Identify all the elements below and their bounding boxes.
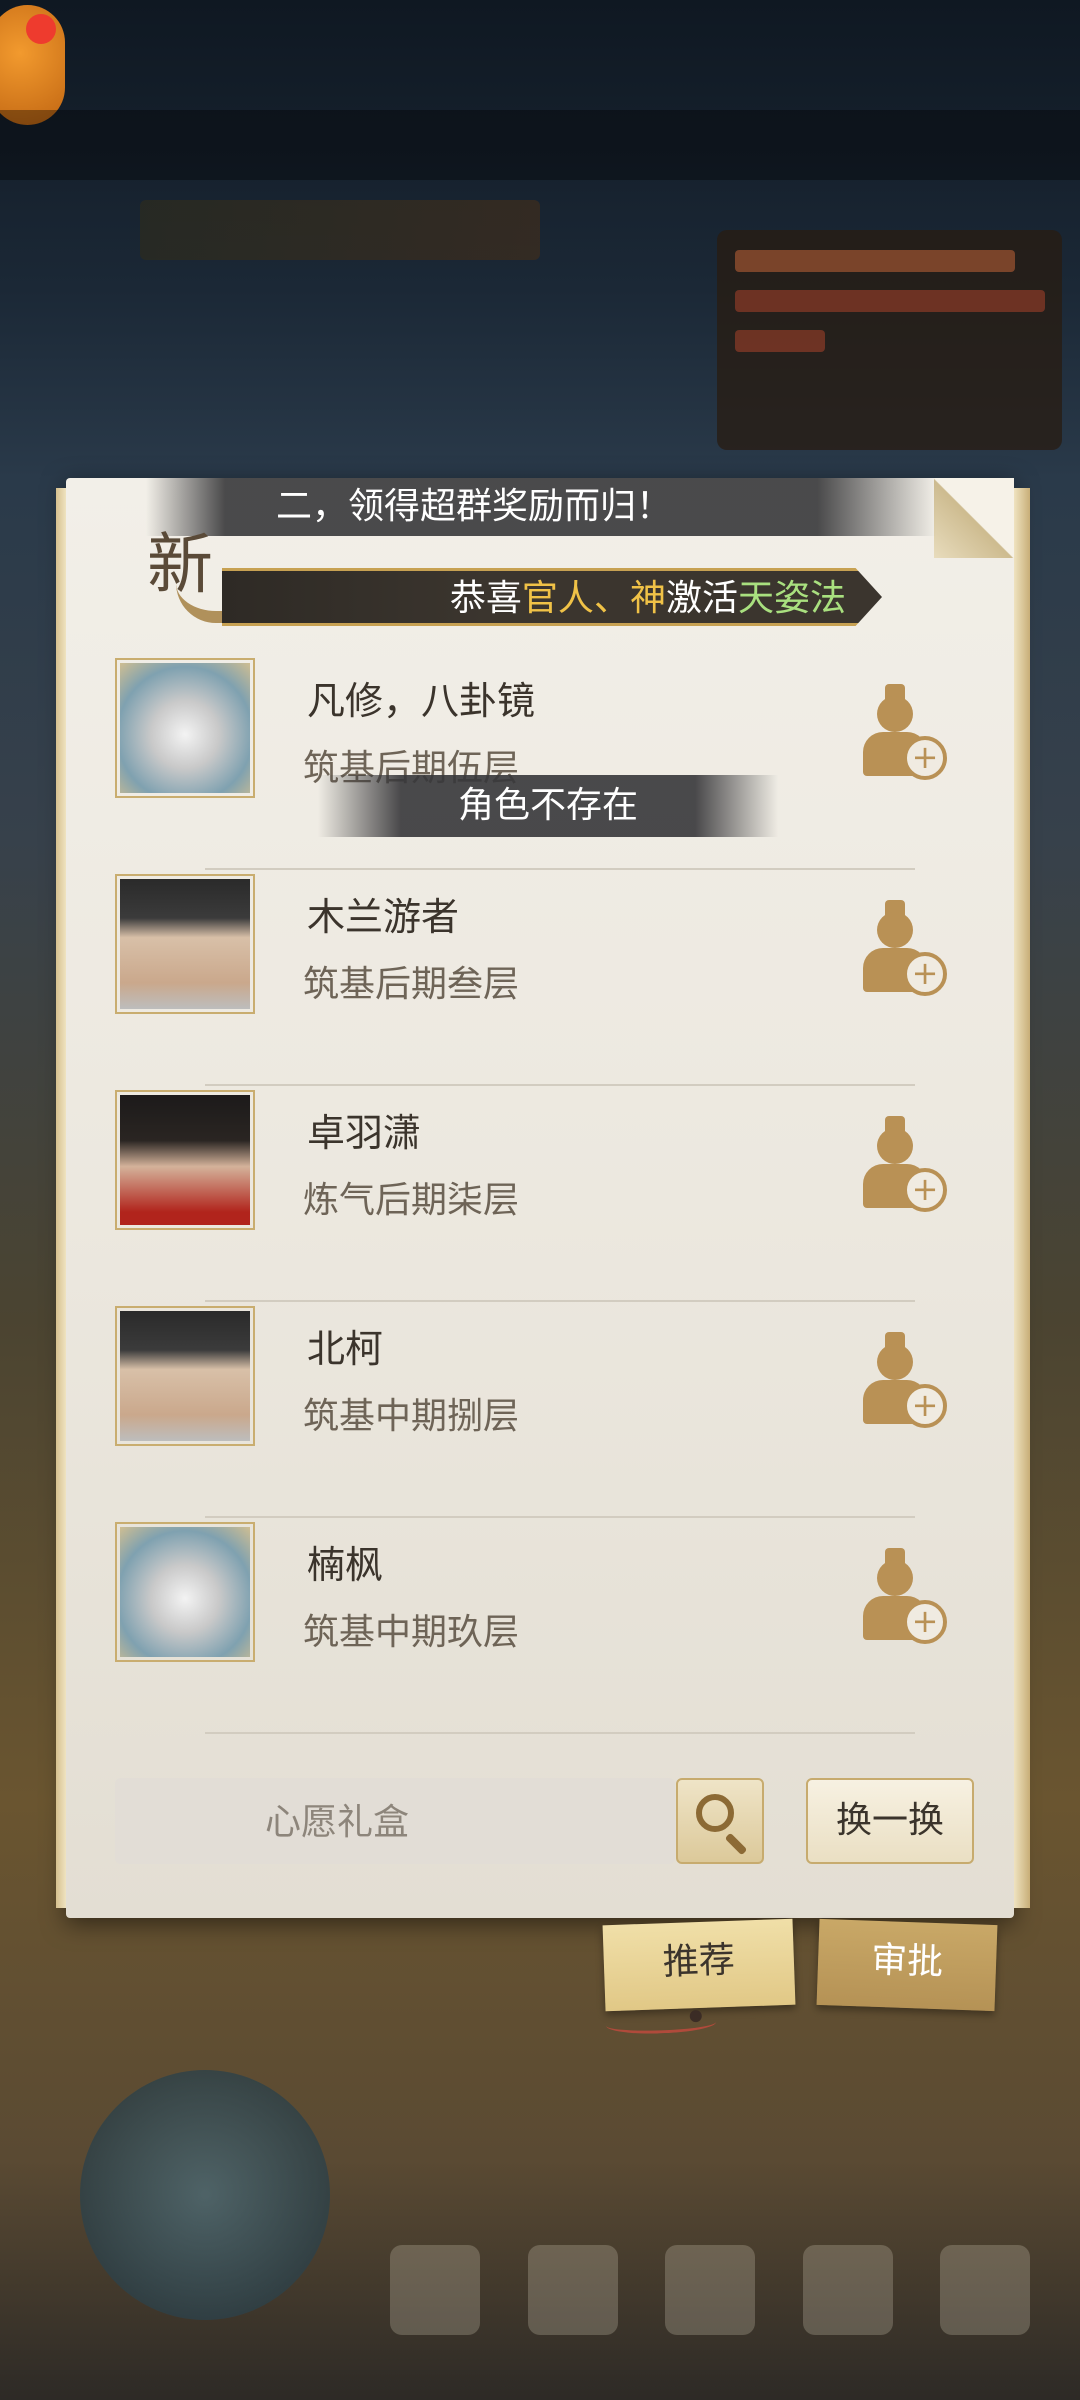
player-level: 炼气后期柒层 (303, 1180, 520, 1221)
scrolling-announcement: 二，领得超群奖励而归！ (146, 478, 936, 536)
avatar[interactable] (115, 1522, 255, 1662)
list-item: 北柯 筑基中期捌层 + (115, 1302, 947, 1518)
list-item: 卓羽潇 炼气后期柒层 + (115, 1086, 947, 1302)
player-name: 卓羽潇 (307, 1111, 422, 1155)
add-friend-icon: + (903, 736, 947, 780)
add-friend-icon: + (903, 952, 947, 996)
background-marquee (0, 110, 1080, 180)
add-friend-icon: + (903, 1168, 947, 1212)
swap-button[interactable]: 换一换 (806, 1778, 974, 1864)
divider (205, 1732, 915, 1734)
activation-notice: 恭喜官人、神激活天姿法 (222, 568, 882, 626)
list-item: 木兰游者 筑基后期叁层 + (115, 870, 947, 1086)
beast-avatar-icon (120, 663, 250, 793)
new-badge: 新 (126, 515, 272, 623)
search-field[interactable] (115, 1778, 675, 1866)
add-friend-button[interactable]: + (855, 1116, 947, 1216)
player-name: 北柯 (307, 1327, 384, 1371)
search-icon (696, 1794, 734, 1832)
add-friend-button[interactable]: + (855, 1332, 947, 1432)
add-friend-icon: + (903, 1384, 947, 1428)
add-friend-icon: + (903, 1600, 947, 1644)
player-name: 凡修，八卦镜 (307, 679, 536, 723)
avatar[interactable] (115, 1090, 255, 1230)
avatar[interactable] (115, 1306, 255, 1446)
add-friend-button[interactable]: + (855, 684, 947, 784)
announcement-text: 二，领得超群奖励而归！ (276, 486, 673, 527)
avatar[interactable] (115, 658, 255, 798)
tab-approve[interactable]: 审批 (816, 1918, 998, 2012)
search-button[interactable] (676, 1778, 764, 1864)
list-item: 凡修，八卦镜 筑基后期伍层 + (115, 654, 947, 870)
search-input[interactable] (115, 1778, 559, 1866)
player-name: 木兰游者 (307, 895, 460, 939)
man-avatar-icon (120, 1311, 250, 1441)
tab-recommend[interactable]: 推荐 (602, 1918, 796, 2036)
player-level: 筑基中期捌层 (303, 1396, 520, 1437)
player-level: 筑基后期叁层 (303, 964, 520, 1005)
list-item: 楠枫 筑基中期玖层 + (115, 1518, 947, 1734)
player-level: 筑基中期玖层 (303, 1612, 520, 1653)
player-name: 楠枫 (307, 1543, 384, 1587)
beast-avatar-icon (120, 1527, 250, 1657)
background-character-portrait (80, 2070, 330, 2320)
add-friend-button[interactable]: + (855, 1548, 947, 1648)
paper-fold-corner (934, 478, 1014, 558)
background-bottom-menu (390, 2230, 1030, 2350)
background-event-banner (140, 200, 540, 260)
dark-hair-avatar-icon (120, 1095, 250, 1225)
man-avatar-icon (120, 879, 250, 1009)
avatar[interactable] (115, 874, 255, 1014)
error-toast: 角色不存在 (318, 775, 778, 837)
background-info-panel (717, 230, 1062, 450)
notification-dot (26, 14, 56, 44)
add-friend-button[interactable]: + (855, 900, 947, 1000)
